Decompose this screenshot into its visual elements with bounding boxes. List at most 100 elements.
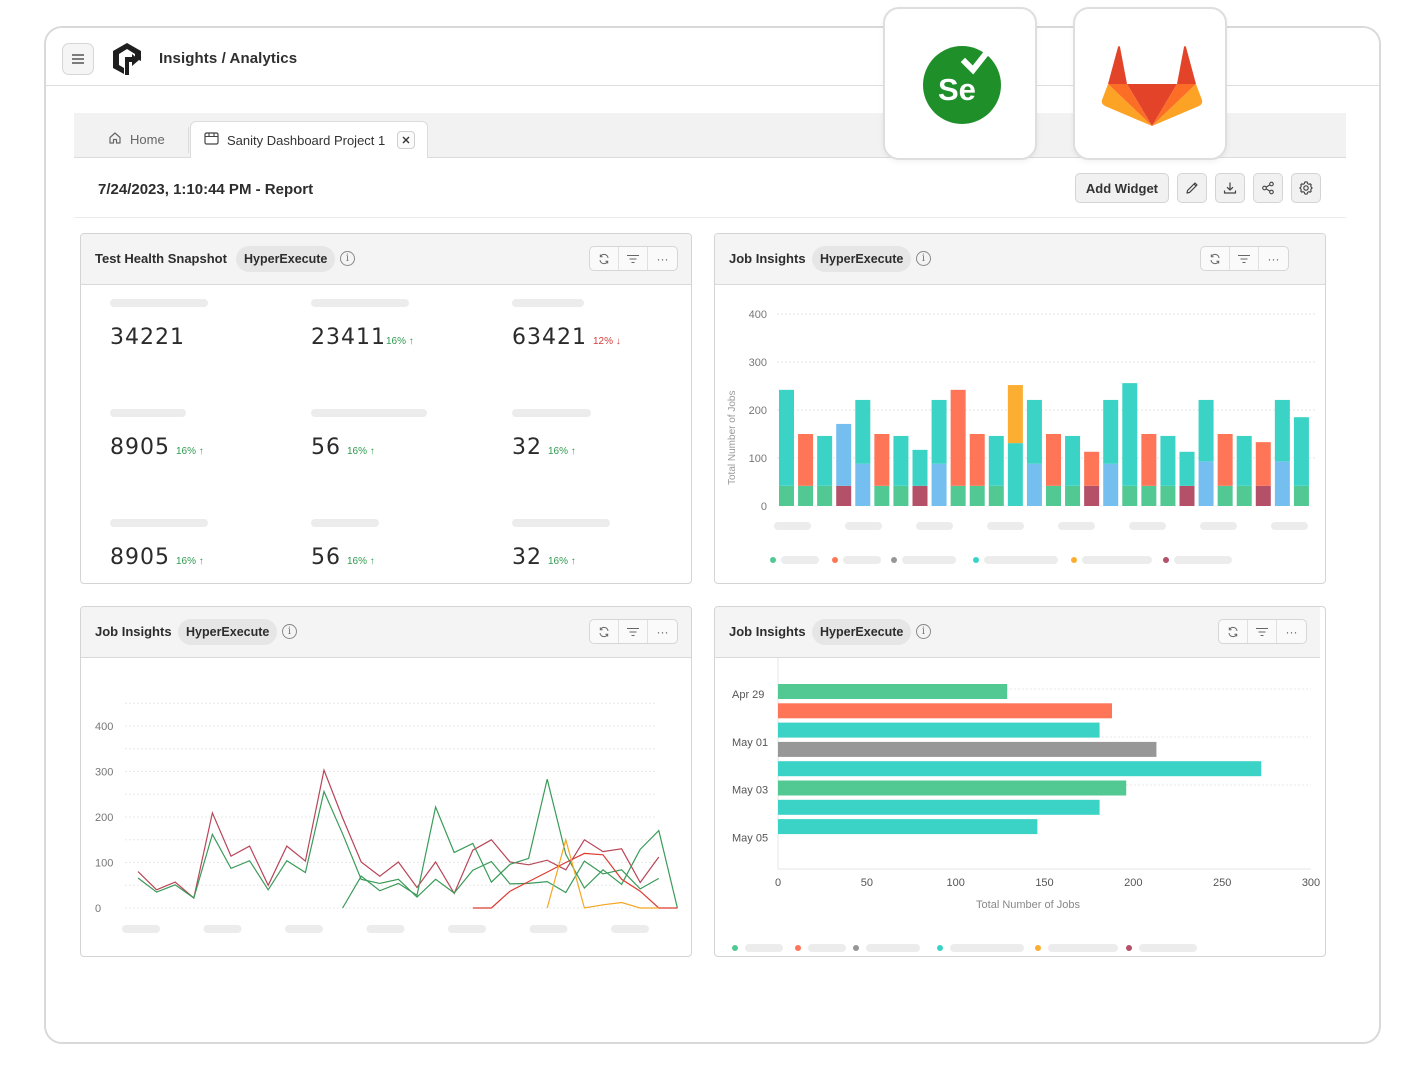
bar-segment-maroon xyxy=(1255,485,1271,506)
y-tick-label: May 01 xyxy=(732,737,768,749)
x-tick-placeholder xyxy=(448,925,486,933)
download-button[interactable] xyxy=(1215,173,1245,203)
tab-home[interactable]: Home xyxy=(108,121,165,158)
info-icon[interactable]: i xyxy=(916,251,931,266)
refresh-icon xyxy=(599,253,609,264)
y-tick-label: 200 xyxy=(95,812,113,824)
bar-segment-red xyxy=(874,434,890,486)
tab-divider xyxy=(188,127,189,153)
add-widget-button[interactable]: Add Widget xyxy=(1074,173,1169,203)
stat-number: 56 xyxy=(311,435,341,460)
filter-icon xyxy=(627,627,639,636)
stat-card: 8905 16% ↑ xyxy=(110,519,208,570)
widget-header: Job Insights HyperExecute i ··· xyxy=(715,607,1320,658)
stat-card: 34221 xyxy=(110,299,208,350)
legend-dot xyxy=(853,945,859,951)
bar-segment-green xyxy=(1160,485,1176,506)
more-options-button[interactable]: ··· xyxy=(648,247,677,270)
gitlab-logo xyxy=(1101,46,1203,126)
filter-icon xyxy=(1256,627,1268,636)
stat-value: 63421 12% ↓ xyxy=(512,325,621,350)
y-tick-label: 300 xyxy=(749,357,767,369)
refresh-button[interactable] xyxy=(590,620,619,643)
stat-number: 32 xyxy=(512,435,542,460)
gitlab-integration-card[interactable] xyxy=(1073,7,1227,160)
filter-button[interactable] xyxy=(619,620,648,643)
info-icon[interactable]: i xyxy=(282,624,297,639)
stat-label-placeholder xyxy=(512,519,610,527)
refresh-icon xyxy=(1228,626,1238,637)
refresh-button[interactable] xyxy=(1219,620,1248,643)
x-tick-label: 100 xyxy=(946,877,964,889)
widget-header: Test Health Snapshot HyperExecute i ··· xyxy=(81,234,691,285)
stat-card: 56 16% ↑ xyxy=(311,519,379,570)
app-window: Insights / Analytics Home Sanity Dashboa… xyxy=(44,26,1381,1044)
selenium-integration-card[interactable]: Se xyxy=(883,7,1037,160)
bar-segment-red xyxy=(950,389,966,486)
tab-sanity-dashboard[interactable]: Sanity Dashboard Project 1 xyxy=(190,121,428,158)
horizontal-bar-chart: Apr 29 May 01 May 03 May 05 0 50 100 150 200 250 3… xyxy=(732,658,1320,952)
more-options-button[interactable]: ··· xyxy=(648,620,677,643)
bar-segment-teal xyxy=(1198,399,1214,462)
widget-job-insights-hbar: Job Insights HyperExecute i ··· Apr 29 Ma… xyxy=(714,606,1326,957)
hyperexecute-chip: HyperExecute xyxy=(236,246,336,272)
refresh-icon xyxy=(599,626,609,637)
edit-button[interactable] xyxy=(1177,173,1207,203)
bar-segment-green xyxy=(1293,485,1309,506)
bar-segment-blue xyxy=(1103,463,1119,506)
close-tab-button[interactable] xyxy=(397,131,415,149)
y-tick-label: May 05 xyxy=(732,832,768,844)
stacked-bar-chart: 0 100 200 300 400 Total Number of Jobs xyxy=(727,309,1317,564)
hamburger-icon xyxy=(72,54,84,64)
stat-value: 34221 xyxy=(110,325,185,350)
widget-title: Job Insights xyxy=(729,251,806,266)
widget-job-insights-line: Job Insights HyperExecute i ··· 0 100 200 3… xyxy=(80,606,692,957)
filter-button[interactable] xyxy=(619,247,648,270)
stat-value: 56 16% ↑ xyxy=(311,435,375,460)
bar-segment-teal xyxy=(1274,399,1290,462)
info-icon[interactable]: i xyxy=(916,624,931,639)
bar-segment-teal xyxy=(1179,451,1195,486)
stat-value: 8905 16% ↑ xyxy=(110,545,204,570)
x-tick-placeholder xyxy=(774,522,811,530)
refresh-button[interactable] xyxy=(1201,247,1230,270)
bar-segment-blue xyxy=(931,463,947,506)
bar-segment-blue xyxy=(836,423,852,486)
bar-segment-red xyxy=(1255,442,1271,486)
bar-segment-teal xyxy=(855,399,871,464)
legend-label-placeholder xyxy=(902,556,956,564)
x-tick-placeholder xyxy=(916,522,953,530)
bar-segment-teal xyxy=(1065,435,1081,486)
bar-segment-maroon xyxy=(1084,485,1100,506)
y-tick-label: 300 xyxy=(95,767,113,779)
filter-button[interactable] xyxy=(1248,620,1277,643)
widget-actions: ··· xyxy=(1200,246,1289,271)
stat-label-placeholder xyxy=(110,299,208,307)
bar-segment-teal xyxy=(1160,435,1176,486)
bar-segment-teal xyxy=(931,399,947,464)
menu-button[interactable] xyxy=(62,43,94,75)
filter-button[interactable] xyxy=(1230,247,1259,270)
y-tick-label: 0 xyxy=(95,903,101,915)
bar-segment-green xyxy=(1065,485,1081,506)
legend-label-placeholder xyxy=(1082,556,1152,564)
bar-segment-red xyxy=(1046,434,1061,486)
more-options-button[interactable]: ··· xyxy=(1259,247,1288,270)
settings-icon xyxy=(1299,181,1313,195)
stat-delta: 16% ↑ xyxy=(176,446,204,457)
more-icon: ··· xyxy=(1267,251,1280,266)
x-tick-placeholder xyxy=(285,925,323,933)
y-tick-label: 200 xyxy=(749,405,767,417)
settings-button[interactable] xyxy=(1291,173,1321,203)
stat-card: 32 16% ↑ xyxy=(512,519,610,570)
share-button[interactable] xyxy=(1253,173,1283,203)
widget-actions: ··· xyxy=(589,246,678,271)
y-tick-label: Apr 29 xyxy=(732,689,764,701)
bar-segment-blue xyxy=(1026,463,1042,506)
more-options-button[interactable]: ··· xyxy=(1277,620,1306,643)
legend-dot xyxy=(973,557,979,563)
refresh-button[interactable] xyxy=(590,247,619,270)
info-icon[interactable]: i xyxy=(340,251,355,266)
stat-delta: 16% ↑ xyxy=(347,556,375,567)
hbar xyxy=(778,761,1262,777)
